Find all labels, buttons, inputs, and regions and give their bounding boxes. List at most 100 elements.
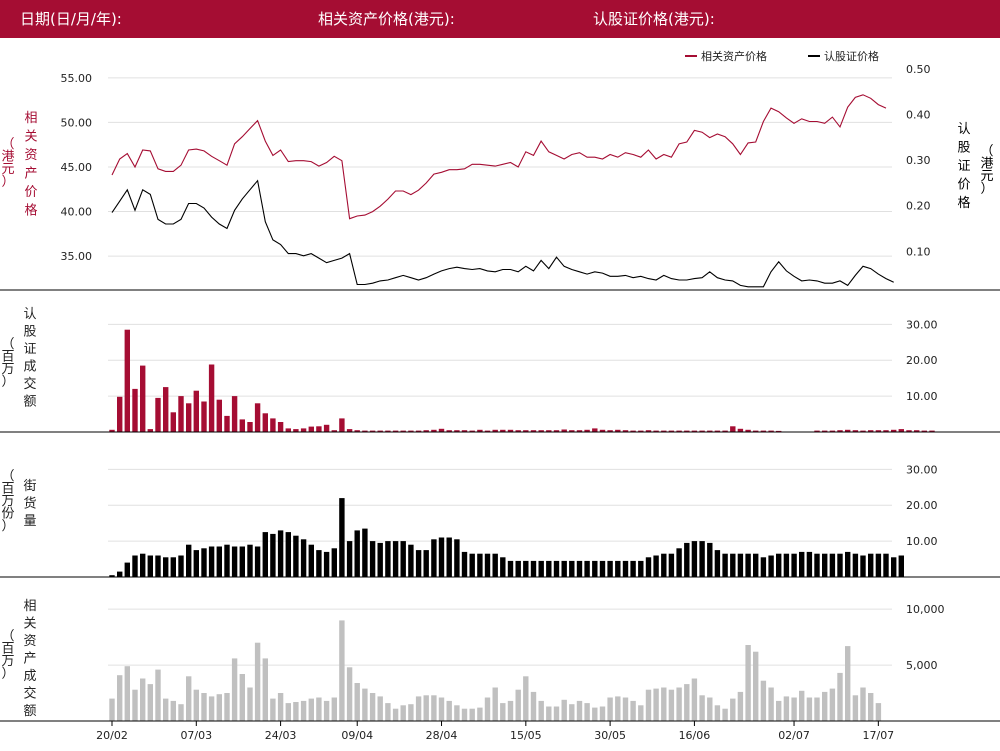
bar [140, 553, 146, 577]
bar [201, 693, 207, 721]
bar [224, 544, 230, 577]
left-axis-title: 产 [23, 652, 36, 667]
bar [783, 553, 790, 577]
right-axis-title: 股 [957, 141, 970, 156]
bar [484, 697, 491, 721]
right-tick-label: 20.00 [906, 354, 938, 367]
bar [875, 553, 882, 577]
bar [538, 700, 544, 721]
bar [653, 555, 659, 577]
bar [285, 703, 291, 721]
bar [231, 396, 238, 432]
bar [285, 428, 291, 432]
bar [645, 557, 652, 577]
bar [316, 550, 322, 577]
bar [201, 401, 207, 432]
bar [684, 542, 690, 577]
bar [822, 553, 828, 577]
bar [592, 428, 598, 432]
bar [745, 645, 751, 721]
bar [638, 705, 644, 721]
bar [822, 691, 828, 721]
bar [783, 696, 790, 721]
bar [140, 678, 146, 721]
bar [845, 551, 851, 577]
bar [423, 695, 429, 721]
right-tick-label: 0.20 [906, 200, 931, 213]
bar [300, 700, 307, 721]
bar [385, 703, 391, 721]
bar [891, 557, 897, 577]
bar [354, 683, 360, 721]
bar [760, 680, 767, 721]
bar [653, 688, 659, 721]
bar [339, 418, 345, 432]
left-axis-title: 相 [24, 111, 37, 126]
bar [446, 537, 452, 577]
bar [254, 403, 261, 432]
bar [737, 691, 744, 721]
bar [224, 415, 230, 432]
bar [799, 551, 805, 577]
bar [163, 557, 169, 577]
x-tick-label: 28/04 [426, 729, 458, 742]
bar [898, 555, 904, 577]
bar [316, 426, 322, 432]
bar [592, 707, 598, 721]
bar [354, 530, 360, 577]
left-tick-label: 50.00 [61, 116, 93, 129]
bar [753, 553, 759, 577]
bar [599, 706, 606, 721]
right-tick-label: 0.50 [906, 63, 931, 76]
bar [615, 560, 621, 577]
bar [553, 706, 560, 721]
right-axis-title: 认 [957, 122, 970, 137]
bar [201, 548, 207, 577]
bar [829, 553, 836, 577]
bar [216, 694, 222, 721]
bar [791, 697, 797, 721]
bar [362, 528, 368, 577]
bar [331, 548, 337, 577]
x-tick-label: 17/07 [862, 729, 894, 742]
bar [239, 674, 245, 721]
bar [691, 678, 698, 721]
bar [431, 539, 437, 577]
bar [262, 532, 268, 577]
bar [316, 697, 322, 721]
bar [254, 642, 261, 721]
left-axis-title: 额 [23, 395, 36, 410]
bar [163, 387, 169, 432]
left-axis-title: 证 [23, 342, 36, 357]
bar [155, 669, 161, 721]
bar [676, 548, 682, 577]
bar [147, 684, 153, 721]
bar [270, 533, 276, 577]
bar [262, 658, 268, 721]
left-axis-title: 关 [23, 617, 36, 632]
bar [791, 553, 797, 577]
bar [208, 546, 215, 577]
bar [277, 530, 284, 577]
bar [845, 646, 851, 721]
bar [668, 553, 675, 577]
right-tick-label: 30.00 [906, 318, 938, 331]
x-tick-label: 02/07 [778, 729, 810, 742]
left-tick-label: 45.00 [61, 161, 93, 174]
bar [661, 687, 667, 721]
bar [661, 553, 667, 577]
bar [699, 541, 705, 577]
asset-price-line [111, 94, 887, 220]
x-tick-label: 09/04 [341, 729, 373, 742]
right-axis-unit: ） [980, 182, 993, 197]
left-axis-title: 交 [23, 376, 36, 392]
bar [216, 399, 222, 432]
bar [293, 702, 299, 721]
bar [530, 560, 537, 577]
right-tick-label: 20.00 [906, 499, 938, 512]
bar [323, 424, 330, 432]
bar [737, 553, 744, 577]
right-axis-title: 证 [957, 159, 970, 174]
bar [117, 396, 123, 432]
bar [178, 704, 184, 721]
